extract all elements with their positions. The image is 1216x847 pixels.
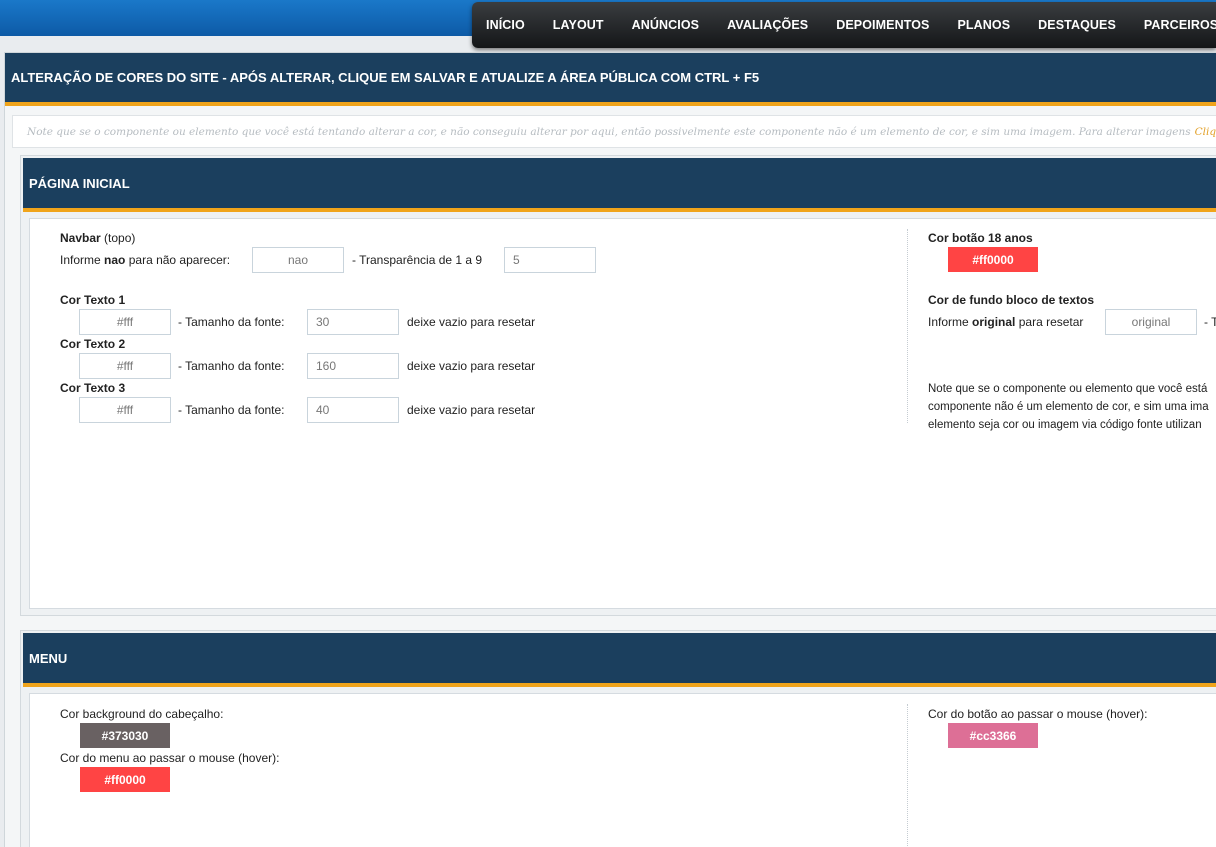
text1-color-input[interactable]: #fff [79, 309, 171, 335]
page-header: ALTERAÇÃO DE CORES DO SITE - APÓS ALTERA… [5, 53, 1216, 106]
page-title: ALTERAÇÃO DE CORES DO SITE - APÓS ALTERA… [11, 70, 760, 85]
page-note-link[interactable]: Clique [1195, 126, 1216, 138]
nav-item-destaques[interactable]: DESTAQUES [1038, 18, 1116, 32]
navbar-hint: Informe nao para não aparecer: [60, 253, 230, 267]
text2-color-input[interactable]: #fff [79, 353, 171, 379]
navbar-label-rest: (topo) [104, 231, 136, 245]
nav-item-avaliacoes[interactable]: AVALIAÇÕES [727, 18, 808, 32]
bg-block-hint-bold: original [972, 315, 1016, 329]
section-menu-title: MENU [29, 650, 68, 666]
bg-block-trail: - T [1204, 315, 1216, 329]
nav-item-inicio[interactable]: INÍCIO [486, 18, 525, 32]
navbar-transparency-label: - Transparência de 1 a 9 [352, 253, 483, 267]
navbar-label-bold: Navbar [60, 231, 101, 245]
btn18-label: Cor botão 18 anos [928, 231, 1033, 245]
text1-size-input[interactable]: 30 [307, 309, 399, 335]
main-panel: ALTERAÇÃO DE CORES DO SITE - APÓS ALTERA… [4, 52, 1216, 847]
btn18-color-swatch[interactable]: #ff0000 [948, 247, 1038, 272]
btn-hover-swatch[interactable]: #cc3366 [948, 723, 1038, 748]
bg-block-hint-post: para resetar [1018, 315, 1084, 329]
section-menu-body: Cor background do cabeçalho: #373030 Cor… [29, 693, 1216, 847]
text1-size-label: - Tamanho da fonte: [178, 315, 285, 329]
text3-label: Cor Texto 3 [60, 381, 126, 395]
header-bg-swatch[interactable]: #373030 [80, 723, 170, 748]
section-menu-header: MENU [23, 633, 1216, 687]
text3-size-input[interactable]: 40 [307, 397, 399, 423]
navbar-hint-bold: nao [104, 253, 126, 267]
text1-reset-hint: deixe vazio para resetar [407, 315, 536, 329]
nav-item-parceiros[interactable]: PARCEIROS [1144, 18, 1216, 32]
menu-hover-swatch[interactable]: #ff0000 [80, 767, 170, 792]
navbar-label: Navbar (topo) [60, 231, 135, 245]
text2-size-input[interactable]: 160 [307, 353, 399, 379]
home-note-line-1: Note que se o componente ou elemento que… [928, 383, 1208, 395]
btn-hover-label: Cor do botão ao passar o mouse (hover): [928, 707, 1148, 721]
bg-block-hint: Informe original para resetar [928, 315, 1083, 329]
home-note-line-3: elemento seja cor ou imagem via código f… [928, 419, 1202, 431]
section-home: PÁGINA INICIAL Navbar (topo) Informe nao… [20, 155, 1216, 616]
navbar-hint-pre: Informe [60, 253, 101, 267]
section-home-title: PÁGINA INICIAL [29, 175, 130, 191]
home-note-line-2: componente não é um elemento de cor, e s… [928, 401, 1209, 413]
bg-block-label: Cor de fundo bloco de textos [928, 293, 1095, 307]
column-divider [907, 704, 908, 847]
bg-block-input[interactable]: original [1105, 309, 1197, 335]
text2-reset-hint: deixe vazio para resetar [407, 359, 536, 373]
text2-label: Cor Texto 2 [60, 337, 126, 351]
navbar-hide-input[interactable]: nao [252, 247, 344, 273]
nav-item-layout[interactable]: LAYOUT [553, 18, 604, 32]
text3-color-input[interactable]: #fff [79, 397, 171, 423]
column-divider [907, 229, 908, 423]
section-home-header: PÁGINA INICIAL [23, 158, 1216, 212]
nav-item-depoimentos[interactable]: DEPOIMENTOS [836, 18, 929, 32]
section-menu: MENU Cor background do cabeçalho: #37303… [20, 630, 1216, 847]
page-note-text: Note que se o componente ou elemento que… [27, 125, 1191, 138]
navbar-hint-post: para não aparecer: [128, 253, 231, 267]
navbar-transparency-input[interactable]: 5 [504, 247, 596, 273]
text2-size-label: - Tamanho da fonte: [178, 359, 285, 373]
text3-reset-hint: deixe vazio para resetar [407, 403, 536, 417]
text3-size-label: - Tamanho da fonte: [178, 403, 285, 417]
text1-label: Cor Texto 1 [60, 293, 126, 307]
page-note: Note que se o componente ou elemento que… [12, 115, 1216, 148]
section-home-body: Navbar (topo) Informe nao para não apare… [29, 218, 1216, 609]
nav-item-anuncios[interactable]: ANÚNCIOS [632, 18, 699, 32]
menu-hover-label: Cor do menu ao passar o mouse (hover): [60, 751, 280, 765]
bg-block-hint-pre: Informe [928, 315, 969, 329]
header-bg-label: Cor background do cabeçalho: [60, 707, 224, 721]
nav-item-planos[interactable]: PLANOS [957, 18, 1010, 32]
main-nav: INÍCIO LAYOUT ANÚNCIOS AVALIAÇÕES DEPOIM… [472, 2, 1216, 48]
